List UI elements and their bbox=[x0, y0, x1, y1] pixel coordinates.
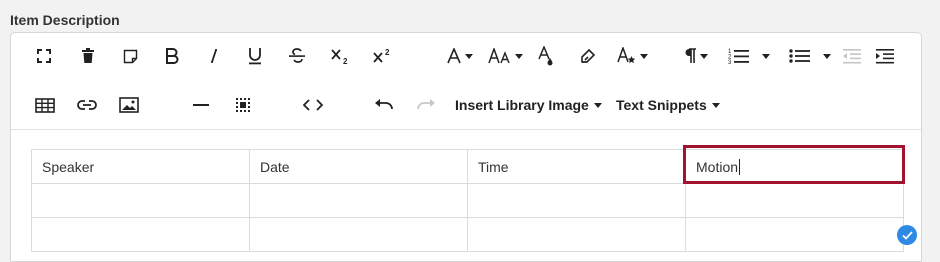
table-cell[interactable]: Speaker bbox=[31, 149, 250, 184]
unordered-list-icon bbox=[789, 49, 810, 63]
svg-text:3: 3 bbox=[728, 60, 732, 65]
editor-content-area[interactable]: Speaker Date Time Motion bbox=[11, 130, 921, 261]
ordered-list-icon: 1 2 3 bbox=[728, 49, 749, 65]
redo-button[interactable] bbox=[414, 85, 438, 125]
fullscreen-icon bbox=[37, 49, 51, 63]
font-size-icon bbox=[487, 48, 510, 64]
cell-text: Date bbox=[260, 158, 290, 175]
trash-icon bbox=[82, 48, 94, 63]
horizontal-line-button[interactable] bbox=[189, 85, 213, 125]
note-icon bbox=[123, 49, 137, 63]
fullscreen-button[interactable] bbox=[33, 36, 55, 76]
unordered-list-dropdown[interactable] bbox=[785, 36, 835, 76]
cell-text: Speaker bbox=[42, 158, 95, 175]
subscript-icon: 2 bbox=[331, 49, 348, 65]
rich-text-editor: 2 2 1 2 3 Insert Library Image Text Snip… bbox=[10, 32, 922, 262]
insert-link-button[interactable] bbox=[75, 85, 99, 125]
svg-text:2: 2 bbox=[343, 57, 348, 65]
table-row bbox=[31, 217, 904, 252]
font-family-dropdown[interactable] bbox=[441, 36, 477, 76]
chevron-down-icon bbox=[464, 53, 473, 59]
code-view-button[interactable] bbox=[300, 85, 326, 125]
chevron-down-icon bbox=[762, 53, 770, 59]
table-icon bbox=[35, 97, 55, 113]
select-all-icon bbox=[236, 98, 250, 112]
bold-icon bbox=[166, 48, 179, 64]
paragraph-format-dropdown[interactable] bbox=[680, 36, 710, 76]
strikethrough-icon bbox=[289, 48, 305, 63]
superscript-button[interactable]: 2 bbox=[370, 36, 394, 76]
chevron-down-icon bbox=[514, 53, 523, 59]
table-cell[interactable]: Time bbox=[467, 149, 686, 184]
cell-text: Motion bbox=[696, 158, 739, 175]
chevron-down-icon bbox=[639, 53, 648, 59]
paragraph-format-icon bbox=[685, 48, 696, 63]
bold-button[interactable] bbox=[161, 36, 183, 76]
table-cell[interactable] bbox=[31, 183, 250, 218]
table-cell[interactable] bbox=[685, 183, 904, 218]
outdent-button[interactable] bbox=[840, 36, 864, 76]
svg-text:2: 2 bbox=[385, 48, 390, 57]
table-cell[interactable] bbox=[249, 217, 468, 252]
redo-icon bbox=[417, 99, 435, 110]
code-view-icon bbox=[303, 99, 323, 111]
inline-style-icon bbox=[616, 47, 635, 64]
checkmark-icon bbox=[901, 230, 913, 240]
table-row bbox=[31, 183, 904, 218]
font-family-icon bbox=[446, 48, 461, 64]
text-color-icon bbox=[538, 46, 553, 66]
text-snippets-label: Text Snippets bbox=[616, 97, 707, 113]
chevron-down-icon bbox=[823, 53, 831, 59]
text-cursor bbox=[739, 158, 741, 175]
font-size-dropdown[interactable] bbox=[487, 36, 523, 76]
subscript-button[interactable]: 2 bbox=[328, 36, 352, 76]
table-row: Speaker Date Time Motion bbox=[31, 149, 904, 184]
ordered-list-dropdown[interactable]: 1 2 3 bbox=[723, 36, 775, 76]
select-all-button[interactable] bbox=[231, 85, 255, 125]
link-icon bbox=[77, 100, 97, 110]
content-table: Speaker Date Time Motion bbox=[31, 149, 904, 252]
indent-button[interactable] bbox=[873, 36, 897, 76]
insert-library-image-dropdown[interactable]: Insert Library Image bbox=[455, 85, 605, 125]
image-icon bbox=[119, 97, 139, 113]
underline-button[interactable] bbox=[244, 36, 266, 76]
indent-icon bbox=[876, 49, 894, 64]
insert-library-image-label: Insert Library Image bbox=[455, 97, 589, 113]
highlight-icon bbox=[581, 48, 596, 63]
field-label: Item Description bbox=[10, 12, 120, 28]
outdent-icon bbox=[843, 49, 861, 64]
insert-table-button[interactable] bbox=[33, 85, 57, 125]
italic-button[interactable] bbox=[203, 36, 225, 76]
table-cell[interactable]: Date bbox=[249, 149, 468, 184]
table-cell[interactable] bbox=[685, 217, 904, 252]
chevron-down-icon bbox=[699, 53, 708, 59]
note-button[interactable] bbox=[119, 36, 141, 76]
chevron-down-icon bbox=[711, 102, 720, 108]
text-snippets-dropdown[interactable]: Text Snippets bbox=[616, 85, 726, 125]
clear-button[interactable] bbox=[77, 36, 99, 76]
undo-icon bbox=[375, 99, 393, 110]
horizontal-line-icon bbox=[193, 104, 209, 106]
inline-style-dropdown[interactable] bbox=[615, 36, 649, 76]
highlight-button[interactable] bbox=[577, 36, 599, 76]
undo-button[interactable] bbox=[372, 85, 396, 125]
table-cell[interactable] bbox=[249, 183, 468, 218]
underline-icon bbox=[249, 48, 261, 65]
status-badge[interactable] bbox=[897, 225, 917, 245]
chevron-down-icon bbox=[593, 102, 602, 108]
italic-icon bbox=[211, 49, 217, 63]
text-color-button[interactable] bbox=[535, 36, 557, 76]
table-cell[interactable] bbox=[31, 217, 250, 252]
table-cell-active[interactable]: Motion bbox=[685, 149, 904, 184]
strikethrough-button[interactable] bbox=[286, 36, 308, 76]
superscript-icon: 2 bbox=[373, 48, 390, 63]
insert-image-button[interactable] bbox=[117, 85, 141, 125]
table-cell[interactable] bbox=[467, 217, 686, 252]
table-cell[interactable] bbox=[467, 183, 686, 218]
cell-text: Time bbox=[478, 158, 509, 175]
